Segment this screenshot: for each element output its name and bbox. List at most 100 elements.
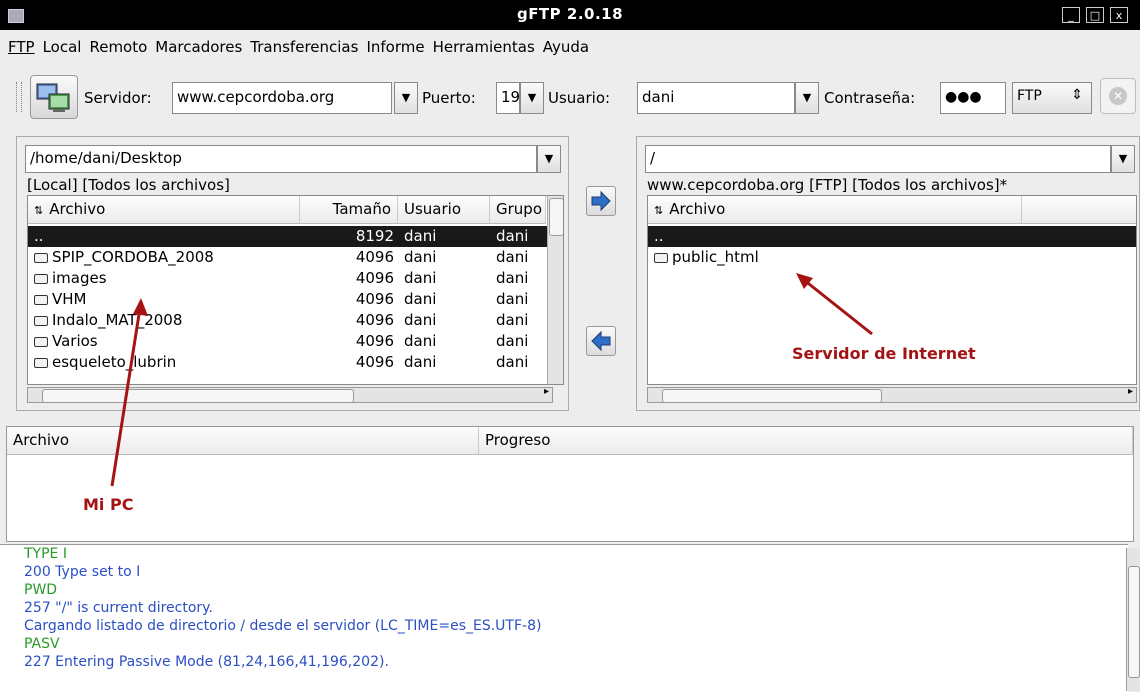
local-file-row[interactable]: SPIP_CORDOBA_2008 4096 dani dani — [28, 247, 547, 268]
log-panel: TYPE I 200 Type set to I PWD 257 "/" is cur… — [0, 544, 1128, 692]
stop-button[interactable]: ✕ — [1100, 78, 1136, 114]
server-dropdown-button[interactable]: ▼ — [394, 82, 418, 114]
local-file-name: VHM — [34, 290, 296, 308]
local-vscrollbar[interactable] — [547, 196, 563, 384]
user-dropdown-button[interactable]: ▼ — [795, 82, 819, 114]
transfers-col-file[interactable]: Archivo — [7, 427, 479, 455]
local-file-row[interactable]: Indalo_MAT_2008 4096 dani dani — [28, 310, 547, 331]
local-file-name: Indalo_MAT_2008 — [34, 311, 296, 329]
local-file-size: 4096 — [355, 311, 394, 329]
port-input[interactable]: 19 — [496, 82, 520, 114]
port-dropdown-button[interactable]: ▼ — [520, 82, 544, 114]
local-file-group: dani — [496, 311, 529, 329]
local-path-input[interactable]: /home/dani/Desktop — [25, 145, 537, 173]
remote-col-archivo[interactable]: ⇅ Archivo — [648, 196, 1022, 224]
minimize-button[interactable]: _ — [1062, 7, 1080, 23]
transfers-col-progress[interactable]: Progreso — [479, 427, 1133, 455]
menu-marcadores[interactable]: Marcadores — [153, 38, 244, 56]
menu-herramientas[interactable]: Herramientas — [431, 38, 537, 56]
local-file-user: dani — [404, 269, 437, 287]
local-col-archivo[interactable]: ⇅ Archivo — [28, 196, 300, 224]
local-col-tamano[interactable]: Tamaño — [300, 196, 398, 224]
menu-informe[interactable]: Informe — [364, 38, 426, 56]
local-vscroll-thumb[interactable] — [549, 198, 563, 236]
arrow-left-icon — [591, 330, 611, 352]
local-file-group: dani — [496, 248, 529, 266]
maximize-button[interactable]: □ — [1086, 7, 1104, 23]
remote-hscrollbar[interactable]: ▸ — [647, 386, 1137, 403]
upload-button[interactable] — [586, 186, 616, 216]
log-line: Cargando listado de directorio / desde e… — [24, 618, 542, 634]
connect-button[interactable] — [30, 75, 78, 119]
remote-hscroll-thumb[interactable] — [662, 389, 882, 403]
local-path-dropdown[interactable]: ▼ — [537, 145, 561, 173]
local-file-user: dani — [404, 353, 437, 371]
remote-file-name-text: .. — [654, 227, 664, 245]
menu-ftp[interactable]: FTP — [6, 38, 37, 56]
close-button[interactable]: x — [1110, 7, 1128, 23]
local-file-name-text: VHM — [52, 290, 87, 308]
menu-transferencias[interactable]: Transferencias — [248, 38, 360, 56]
menu-ayuda[interactable]: Ayuda — [541, 38, 591, 56]
log-line: PWD — [24, 582, 58, 598]
remote-file-row[interactable]: public_html — [648, 247, 1136, 268]
password-label: Contraseña: — [824, 89, 916, 107]
local-file-group: dani — [496, 332, 529, 350]
local-panel: /home/dani/Desktop ▼ [Local] [Todos los … — [16, 136, 569, 411]
local-file-row[interactable]: images 4096 dani dani — [28, 268, 547, 289]
local-file-name-text: .. — [34, 227, 44, 245]
window-title: gFTP 2.0.18 — [516, 5, 624, 23]
folder-icon — [34, 252, 48, 263]
remote-col-blank[interactable] — [1022, 196, 1136, 224]
download-button[interactable] — [586, 326, 616, 356]
log-vscrollbar[interactable] — [1126, 548, 1140, 691]
local-file-size: 8192 — [355, 227, 394, 245]
remote-file-name: public_html — [654, 248, 1014, 266]
local-file-group: dani — [496, 353, 529, 371]
transfers-panel: Archivo Progreso Mi PC — [6, 426, 1134, 542]
local-file-size: 4096 — [355, 353, 394, 371]
scroll-right-icon[interactable]: ▸ — [544, 386, 549, 397]
local-hscroll-thumb[interactable] — [42, 389, 354, 403]
local-col-usuario[interactable]: Usuario — [398, 196, 490, 224]
local-file-size: 4096 — [355, 248, 394, 266]
server-input[interactable]: www.cepcordoba.org — [172, 82, 392, 114]
local-file-row[interactable]: .. 8192 dani dani — [28, 226, 547, 247]
password-input[interactable]: ●●● — [940, 82, 1006, 114]
stop-icon: ✕ — [1109, 87, 1127, 105]
local-annotation: Mi PC — [83, 495, 134, 514]
local-file-size: 4096 — [355, 290, 394, 308]
scroll-right-icon[interactable]: ▸ — [1128, 386, 1133, 397]
local-col-grupo[interactable]: Grupo — [490, 196, 546, 224]
remote-file-row[interactable]: .. — [648, 226, 1136, 247]
local-file-user: dani — [404, 290, 437, 308]
local-file-user: dani — [404, 332, 437, 350]
folder-icon — [34, 315, 48, 326]
local-file-row[interactable]: VHM 4096 dani dani — [28, 289, 547, 310]
local-status: [Local] [Todos los archivos] — [27, 176, 230, 194]
remote-status: www.cepcordoba.org [FTP] [Todos los arch… — [647, 176, 1008, 194]
sort-icon: ⇅ — [34, 204, 44, 217]
local-hscrollbar[interactable]: ▸ — [27, 386, 553, 403]
protocol-select[interactable]: FTP ⇕ — [1012, 82, 1092, 114]
user-input[interactable]: dani — [637, 82, 795, 114]
local-file-name-text: esqueleto_lubrin — [52, 353, 177, 371]
remote-path-input[interactable]: / — [645, 145, 1111, 173]
log-vscroll-thumb[interactable] — [1128, 566, 1140, 678]
remote-path-dropdown[interactable]: ▼ — [1111, 145, 1135, 173]
menu-remoto[interactable]: Remoto — [87, 38, 149, 56]
menu-local[interactable]: Local — [41, 38, 84, 56]
local-file-group: dani — [496, 227, 529, 245]
folder-icon — [34, 336, 48, 347]
local-file-name: images — [34, 269, 296, 287]
toolbar-grip[interactable] — [16, 82, 22, 112]
computers-icon — [36, 83, 70, 112]
folder-icon — [34, 357, 48, 368]
remote-file-list: ⇅ Archivo .. public_html Servidor de Inter… — [647, 195, 1137, 385]
arrow-right-icon — [591, 190, 611, 212]
local-file-name: SPIP_CORDOBA_2008 — [34, 248, 296, 266]
local-file-row[interactable]: Varios 4096 dani dani — [28, 331, 547, 352]
log-line: 227 Entering Passive Mode (81,24,166,41,… — [24, 654, 389, 670]
local-file-row[interactable]: esqueleto_lubrin 4096 dani dani — [28, 352, 547, 373]
sort-icon: ⇅ — [654, 204, 664, 217]
